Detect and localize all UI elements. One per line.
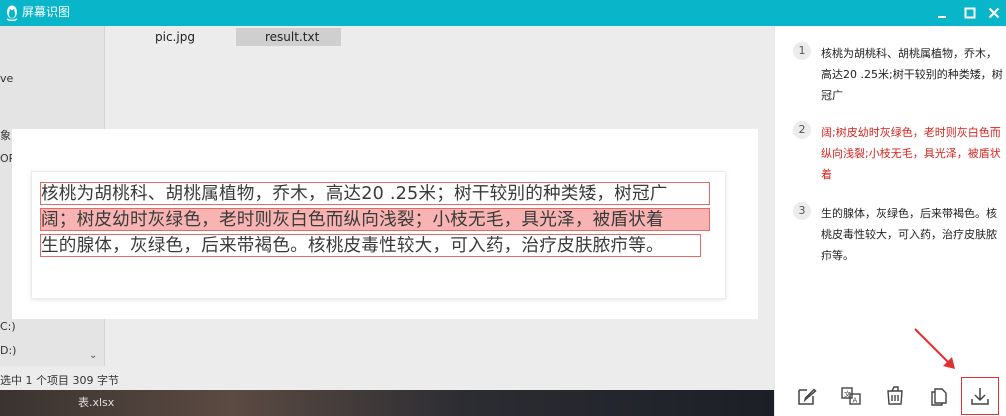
ocr-line-3[interactable]: 生的腺体，灰绿色，后来带褐色。核桃皮毒性较大，可入药，治疗皮肤脓疖等。 bbox=[40, 234, 701, 257]
ocr-line-2-highlighted[interactable]: 阔；树皮幼时灰绿色，老时则灰白色而纵向浅裂；小枝无毛，具光泽，被盾状着 bbox=[40, 208, 710, 231]
nav-item[interactable]: ve bbox=[0, 72, 13, 85]
nav-item[interactable]: D:) bbox=[0, 344, 16, 357]
result-text: 生的腺体，灰绿色，后来带褐色。核桃皮毒性较大，可入药，治疗皮肤脓疖等。 bbox=[821, 207, 997, 262]
annotation-arrow bbox=[914, 328, 955, 369]
svg-text:A: A bbox=[853, 397, 858, 405]
svg-text:文: 文 bbox=[844, 390, 851, 399]
copy-icon[interactable] bbox=[925, 382, 953, 410]
ocr-line-1[interactable]: 核桃为胡桃科、胡桃属植物，乔木，高达20 .25米；树干较别的种类矮，树冠广 bbox=[40, 182, 710, 205]
result-text: 核桃为胡桃科、胡桃属植物，乔木，高达20 .25米;树干较别的种类矮，树冠广 bbox=[821, 47, 1003, 102]
action-toolbar: 文 A bbox=[775, 377, 1006, 415]
taskbar-strip: 表.xlsx bbox=[0, 390, 774, 416]
result-panel: 1 核桃为胡桃科、胡桃属植物，乔木，高达20 .25米;树干较别的种类矮，树冠广… bbox=[774, 26, 1006, 416]
file-item-selected[interactable]: result.txt bbox=[265, 30, 319, 44]
download-button[interactable] bbox=[961, 377, 999, 415]
download-icon bbox=[966, 382, 994, 410]
maximize-button[interactable] bbox=[961, 4, 979, 22]
file-item[interactable]: pic.jpg bbox=[155, 30, 195, 44]
scroll-down-icon[interactable]: ⌄ bbox=[89, 350, 97, 361]
result-index: 2 bbox=[793, 121, 811, 139]
edit-icon[interactable] bbox=[793, 382, 821, 410]
close-button[interactable] bbox=[985, 4, 1003, 22]
captured-text-card: 核桃为胡桃科、胡桃属植物，乔木，高达20 .25米；树干较别的种类矮，树冠广 阔… bbox=[31, 171, 726, 299]
capture-preview: 核桃为胡桃科、胡桃属植物，乔木，高达20 .25米；树干较别的种类矮，树冠广 阔… bbox=[12, 129, 758, 319]
window-title: 屏幕识图 bbox=[22, 5, 71, 19]
clear-icon[interactable] bbox=[881, 382, 909, 410]
background-desktop: ve 象 OR C:) D:) ⌄ pic.jpg result.txt 选中 … bbox=[0, 26, 774, 416]
result-index: 1 bbox=[793, 42, 811, 60]
taskbar-file-label[interactable]: 表.xlsx bbox=[78, 394, 114, 410]
title-bar: 屏幕识图 bbox=[0, 0, 1006, 26]
result-index: 3 bbox=[793, 202, 811, 220]
minimize-button[interactable] bbox=[933, 4, 951, 22]
nav-item[interactable]: C:) bbox=[0, 320, 16, 333]
status-text: 选中 1 个项目 309 字节 bbox=[0, 374, 119, 387]
translate-icon[interactable]: 文 A bbox=[837, 382, 865, 410]
penguin-logo-icon bbox=[5, 5, 19, 22]
nav-item[interactable]: 象 bbox=[0, 127, 11, 143]
result-text-active: 阔;树皮幼时灰绿色，老时则灰白色而纵向浅裂;小枝无毛，具光泽，被盾状着 bbox=[821, 126, 1001, 181]
status-bar: 选中 1 个项目 309 字节 bbox=[0, 366, 774, 390]
